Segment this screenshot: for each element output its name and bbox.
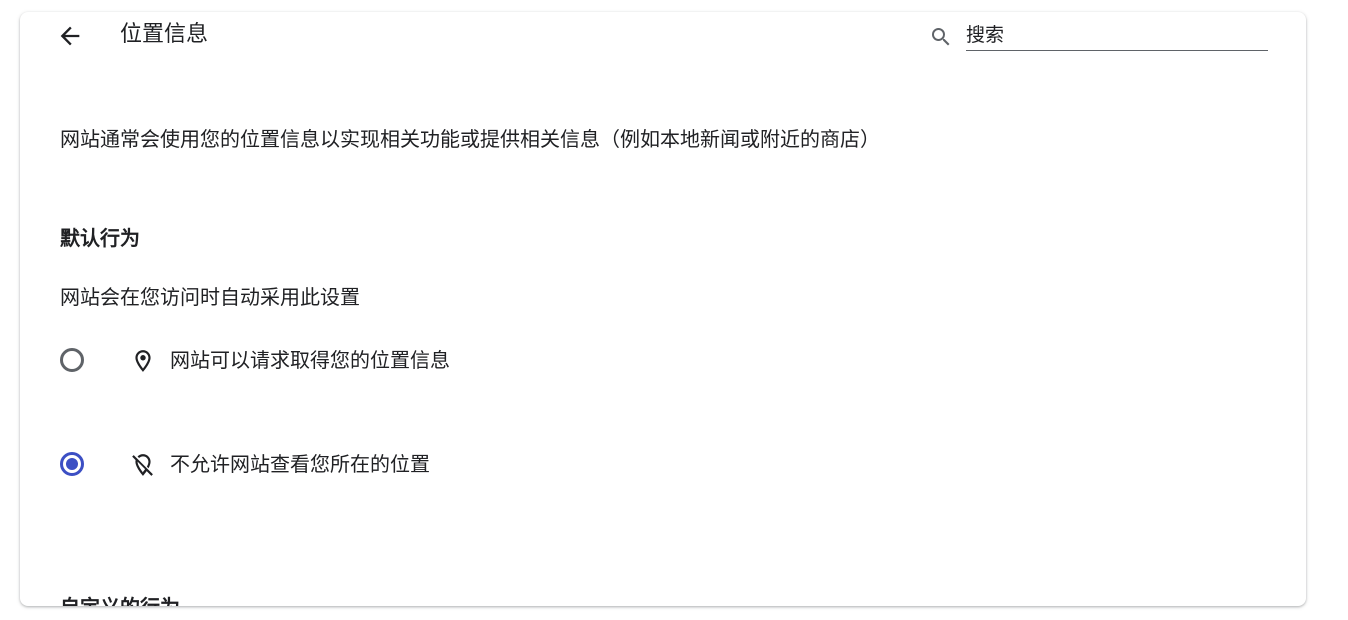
- option-label-block: 不允许网站查看您所在的位置: [170, 452, 430, 476]
- search-input[interactable]: [966, 20, 1268, 51]
- radio-allow-location-request[interactable]: [56, 344, 88, 376]
- option-allow-location-request[interactable]: 网站可以请求取得您的位置信息: [56, 340, 756, 380]
- location-off-icon: [130, 452, 156, 478]
- settings-page: 位置信息 网站通常会使用您的位置信息以实现相关功能或提供相关信息（例如本地新闻或…: [0, 0, 1348, 620]
- search-box: [928, 20, 1270, 54]
- location-pin-icon: [130, 348, 156, 374]
- option-block-location[interactable]: 不允许网站查看您所在的位置: [56, 444, 756, 484]
- radio-ring: [60, 348, 84, 372]
- radio-block-location[interactable]: [56, 448, 88, 480]
- option-label-allow: 网站可以请求取得您的位置信息: [170, 348, 450, 372]
- settings-card: 位置信息 网站通常会使用您的位置信息以实现相关功能或提供相关信息（例如本地新闻或…: [20, 12, 1306, 606]
- default-behavior-heading: 默认行为: [60, 226, 140, 250]
- radio-dot: [66, 458, 78, 470]
- custom-behavior-heading: 自定义的行为: [60, 592, 180, 606]
- page-header: 位置信息: [20, 12, 1306, 62]
- page-title: 位置信息: [120, 22, 209, 47]
- location-description: 网站通常会使用您的位置信息以实现相关功能或提供相关信息（例如本地新闻或附近的商店…: [60, 127, 880, 151]
- search-icon[interactable]: [928, 24, 954, 50]
- back-button[interactable]: [50, 20, 90, 52]
- arrow-back-icon: [60, 26, 80, 46]
- default-behavior-subtitle: 网站会在您访问时自动采用此设置: [60, 285, 360, 309]
- radio-ring-checked: [60, 452, 84, 476]
